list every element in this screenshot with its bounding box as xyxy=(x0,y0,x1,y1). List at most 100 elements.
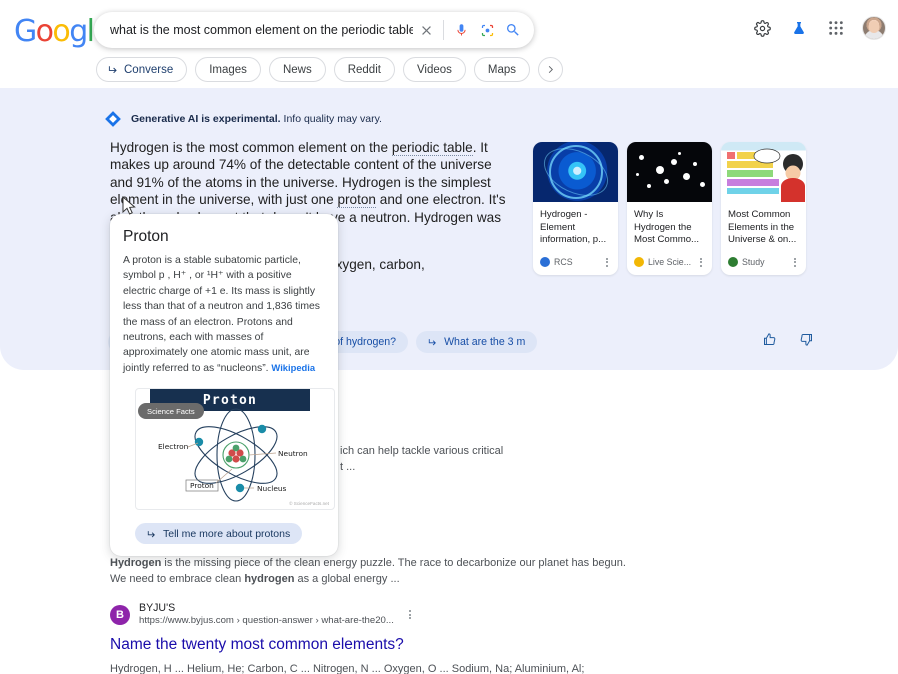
tab-converse[interactable]: Converse xyxy=(96,57,187,82)
kebab-menu-icon[interactable] xyxy=(602,258,612,267)
result-snippet: Hydrogen is the missing piece of the cle… xyxy=(110,556,630,588)
tabs-more-button[interactable] xyxy=(538,57,563,82)
tab-label: Reddit xyxy=(348,64,381,76)
periodic-table-link[interactable]: periodic table xyxy=(392,140,473,156)
hover-card-definition: A proton is a stable subatomic particle,… xyxy=(123,255,320,374)
generative-ai-sparkle-icon xyxy=(104,110,122,128)
source-card[interactable]: Most Common Elements in the Universe & o… xyxy=(721,142,806,275)
snippet-text: ich can help tackle various critical xyxy=(340,445,503,457)
labs-flask-icon[interactable] xyxy=(788,17,810,39)
proton-diagram-image: Proton Science Facts xyxy=(135,388,335,510)
result-title-link[interactable]: Name the twenty most common elements? xyxy=(110,635,630,655)
ai-source-cards: Hydrogen - Element information, p... RCS xyxy=(533,142,806,275)
favicon-icon xyxy=(540,257,550,267)
logo-letter: o xyxy=(36,14,53,49)
source-card[interactable]: Why Is Hydrogen the Most Commo... Live S… xyxy=(627,142,712,275)
google-lens-icon[interactable] xyxy=(474,17,500,43)
tab-videos[interactable]: Videos xyxy=(403,57,466,82)
label-nucleus: Nucleus xyxy=(257,484,287,493)
followup-arrow-icon xyxy=(147,529,157,539)
google-apps-grid-icon[interactable] xyxy=(825,17,847,39)
tab-label: Videos xyxy=(417,64,452,76)
search-divider xyxy=(443,20,444,40)
source-card-title: Why Is Hydrogen the Most Commo... xyxy=(627,202,712,254)
tell-me-more-label: Tell me more about protons xyxy=(163,528,290,540)
hydrogen-atom-thumbnail xyxy=(533,142,618,202)
label-electron: Electron xyxy=(158,442,189,451)
kebab-menu-icon[interactable] xyxy=(696,258,706,267)
followup-chip[interactable]: What are the 3 m xyxy=(416,331,537,353)
mouse-cursor-icon xyxy=(122,196,136,216)
proton-hover-card: Proton A proton is a stable subatomic pa… xyxy=(110,214,338,556)
favicon-letter: B xyxy=(116,609,124,621)
source-card-title: Most Common Elements in the Universe & o… xyxy=(721,202,806,254)
search-results-page: Google xyxy=(0,0,898,674)
kebab-menu-icon[interactable] xyxy=(790,258,800,267)
result-header: B BYJU'S https://www.byjus.com › questio… xyxy=(110,602,630,628)
tab-label: Converse xyxy=(124,64,173,76)
result-snippet-partial-2: t ... xyxy=(340,460,630,476)
tab-images[interactable]: Images xyxy=(195,57,261,82)
page-header: Google xyxy=(0,0,898,88)
hover-card-title: Proton xyxy=(123,228,325,246)
header-actions xyxy=(751,16,886,40)
logo-letter: o xyxy=(52,14,69,49)
favicon-icon xyxy=(728,257,738,267)
thumbs-down-icon[interactable] xyxy=(799,332,814,347)
tell-me-more-chip[interactable]: Tell me more about protons xyxy=(135,523,302,544)
source-card[interactable]: Hydrogen - Element information, p... RCS xyxy=(533,142,618,275)
followup-arrow-icon xyxy=(428,337,438,347)
result-url: https://www.byjus.com › question-answer … xyxy=(139,615,394,627)
tab-news[interactable]: News xyxy=(269,57,326,82)
search-bar[interactable] xyxy=(94,12,534,48)
ai-disclaimer: Generative AI is experimental. Info qual… xyxy=(104,110,382,128)
label-neutron: Neutron xyxy=(278,449,308,458)
source-card-title: Hydrogen - Element information, p... xyxy=(533,202,618,254)
kebab-menu-icon[interactable] xyxy=(405,610,415,619)
snippet-text: as a global energy ... xyxy=(294,573,399,585)
tab-label: Images xyxy=(209,64,247,76)
proton-link[interactable]: proton xyxy=(337,192,376,208)
result-snippet-partial: ich can help tackle various critical xyxy=(340,444,630,460)
result-site-name: BYJU'S xyxy=(139,602,394,615)
search-result-item: B BYJU'S https://www.byjus.com › questio… xyxy=(110,602,630,674)
label-proton: Proton xyxy=(190,481,214,490)
source-card-footer: RCS xyxy=(533,254,618,275)
search-filter-tabs: Converse Images News Reddit Videos Maps xyxy=(96,57,563,82)
hover-card-source-link[interactable]: Wikipedia xyxy=(271,362,315,373)
ai-disclaimer-text: Generative AI is experimental. Info qual… xyxy=(131,113,382,125)
ai-disclaimer-bold: Generative AI is experimental. xyxy=(131,113,281,125)
atom-diagram: Electron Neutron Proton Nucleus xyxy=(136,389,335,510)
source-card-footer: Live Scie... xyxy=(627,254,712,275)
diagram-credit: © ScienceFacts.net xyxy=(289,501,329,506)
byjus-favicon-icon: B xyxy=(110,605,130,625)
periodic-table-art xyxy=(721,142,806,202)
search-icon[interactable] xyxy=(500,17,526,43)
source-card-footer: Study xyxy=(721,254,806,275)
result-snippet: Hydrogen, H ... Helium, He; Carbon, C ..… xyxy=(110,662,630,674)
periodic-table-thumbnail xyxy=(721,142,806,202)
search-input[interactable] xyxy=(110,23,413,37)
microphone-icon[interactable] xyxy=(448,17,474,43)
ai-feedback-buttons xyxy=(762,332,814,347)
tab-reddit[interactable]: Reddit xyxy=(334,57,395,82)
snippet-bold: hydrogen xyxy=(244,573,294,585)
settings-gear-icon[interactable] xyxy=(751,17,773,39)
ai-disclaimer-rest: Info quality may vary. xyxy=(281,113,382,125)
tab-label: News xyxy=(283,64,312,76)
logo-letter: G xyxy=(14,14,36,49)
snippet-bold: Hydrogen xyxy=(110,557,161,569)
thumbs-up-icon[interactable] xyxy=(762,332,777,347)
logo-letter: g xyxy=(69,14,86,49)
galaxy-starfield-thumbnail xyxy=(627,142,712,202)
account-avatar[interactable] xyxy=(862,16,886,40)
tab-label: Maps xyxy=(488,64,516,76)
close-icon[interactable] xyxy=(413,17,439,43)
source-card-publisher: Study xyxy=(742,257,786,267)
ai-text-seg: Hydrogen is the most common element on t… xyxy=(110,140,392,155)
converse-arrow-icon xyxy=(108,64,119,75)
hover-card-body: A proton is a stable subatomic particle,… xyxy=(123,253,325,376)
source-card-publisher: Live Scie... xyxy=(648,257,692,267)
result-source-block: BYJU'S https://www.byjus.com › question-… xyxy=(139,602,394,628)
tab-maps[interactable]: Maps xyxy=(474,57,530,82)
